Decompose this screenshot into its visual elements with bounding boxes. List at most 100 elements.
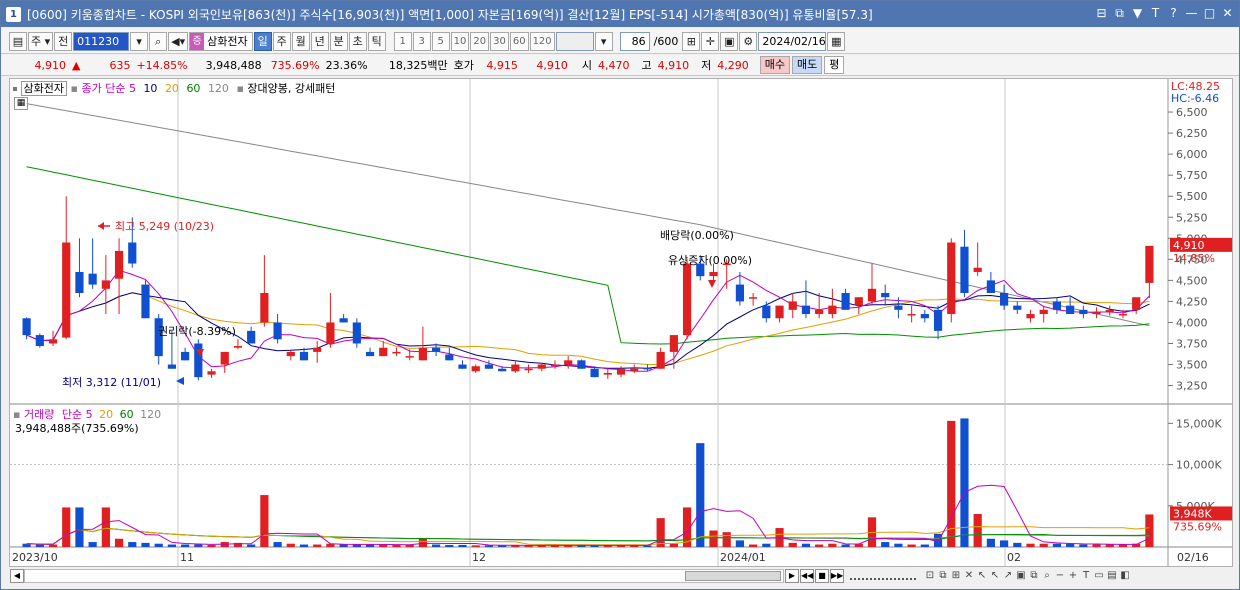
period-select[interactable]: 주 ▾ [28, 31, 54, 51]
buy-button[interactable]: 매수 [759, 56, 790, 74]
volume-legend-ma-120: 120 [140, 408, 162, 421]
speaker-icon[interactable]: ◀▾ [168, 31, 189, 51]
interval-dropdown-icon[interactable]: ▾ [594, 31, 613, 51]
stock-code-input[interactable]: 011230 [73, 31, 130, 51]
y-tick-label: 5,250 [1176, 211, 1208, 224]
plus-icon[interactable]: + [1067, 570, 1079, 582]
volume-bar [260, 495, 269, 547]
date-input[interactable]: 2024/02/16 [758, 31, 827, 51]
title-bar: 1 [0600] 키움종합차트 - KOSPI 외국인보유[863(천)] 주식… [1, 1, 1239, 27]
interval-1-button[interactable]: 1 [393, 31, 412, 51]
copy-icon[interactable]: ⧉ [1028, 570, 1040, 582]
candle-body [405, 356, 414, 358]
y-tick-label: 3,250 [1176, 380, 1208, 393]
font-icon[interactable]: T [1148, 5, 1163, 22]
minimize-button[interactable]: — [1184, 5, 1199, 22]
volume-bar [907, 544, 916, 547]
crosshair-icon[interactable]: ✛ [701, 31, 720, 51]
interval-10-button[interactable]: 10 [450, 31, 470, 51]
save-icon[interactable]: ▤ [1106, 570, 1118, 582]
period-month-button[interactable]: 월 [291, 31, 310, 51]
interval-60-button[interactable]: 60 [509, 31, 529, 51]
high-label: 고 [641, 58, 652, 72]
interval-3-button[interactable]: 3 [412, 31, 431, 51]
volume-bar [894, 543, 903, 547]
candle-body [775, 305, 784, 319]
candle-body [801, 305, 811, 315]
sell-button[interactable]: 매도 [791, 56, 823, 74]
volume-bar [141, 542, 150, 547]
search-icon[interactable]: ⌕ [149, 31, 168, 51]
period-year-button[interactable]: 년 [310, 31, 329, 51]
layout-icon[interactable]: ⊟ [1094, 5, 1109, 22]
interval-5-button[interactable]: 5 [431, 31, 450, 51]
interval-30-button[interactable]: 30 [490, 31, 509, 51]
chart-area[interactable]: 6,5006,2506,0005,7505,5005,2505,0004,750… [9, 78, 1233, 567]
scroll-left-button[interactable]: ◀ [10, 569, 24, 583]
link-icon[interactable]: ⧉ [1112, 5, 1127, 22]
candle-body [590, 368, 599, 378]
settings-icon[interactable]: ⚙ [739, 31, 758, 51]
prev-button[interactable]: 전 [54, 31, 73, 51]
trend-icon[interactable]: ↗ [1002, 570, 1014, 582]
chart-menu-icon[interactable]: ▤ [9, 31, 27, 51]
interval-20-button[interactable]: 20 [470, 31, 490, 51]
period-tick-button[interactable]: 틱 [367, 31, 386, 51]
interval-120-button[interactable]: 120 [529, 31, 555, 51]
copy-icon[interactable]: ⧉ [937, 570, 949, 582]
average-button[interactable]: 평 [824, 56, 845, 74]
code-dropdown-icon[interactable]: ▾ [130, 31, 149, 51]
maximize-button[interactable]: □ [1202, 5, 1217, 22]
candle-body [815, 309, 824, 315]
scrollbar-thumb[interactable] [685, 571, 781, 581]
volume-bar [484, 545, 494, 547]
pointer-icon[interactable]: ↖ [989, 570, 1001, 582]
zoom-slider[interactable] [850, 572, 916, 580]
candle-body [762, 305, 771, 319]
fast-forward-button[interactable]: ▶▶ [830, 569, 844, 583]
minus-icon[interactable]: − [1054, 570, 1066, 582]
zoom-area-icon[interactable]: ⊡ [924, 570, 936, 582]
help-icon[interactable]: ? [1166, 5, 1181, 22]
rewind-button[interactable]: ◀◀ [800, 569, 814, 583]
candle-body [114, 250, 124, 279]
image-icon[interactable]: ▣ [1015, 570, 1027, 582]
monitor-icon[interactable]: ▭ [1093, 570, 1105, 582]
candle-body [1118, 314, 1128, 316]
legend-stock-name[interactable]: 삼화전자 [20, 81, 67, 96]
candle-body [537, 364, 546, 369]
text-icon[interactable]: T [1080, 570, 1092, 582]
price-legend: 삼화전자 ▪ 종가 단순 5 10 20 60 120 ▪ 장대양봉, 강세패턴 [13, 80, 335, 96]
calendar-icon[interactable]: ▦ [827, 31, 846, 51]
table-icon[interactable]: ⊞ [950, 570, 962, 582]
pin-icon[interactable]: ▼ [1130, 5, 1145, 22]
cross-icon[interactable]: ✕ [963, 570, 975, 582]
paint-icon[interactable]: ◧ [1119, 570, 1131, 582]
period-week-button[interactable]: 주 [272, 31, 291, 51]
compare-icon[interactable]: ⊞ [682, 31, 701, 51]
calculator-icon[interactable]: ▦ [14, 97, 28, 110]
period-second-button[interactable]: 초 [348, 31, 367, 51]
period-minute-button[interactable]: 분 [329, 31, 348, 51]
volume-bar [841, 544, 850, 547]
high-price: 4,910 [657, 58, 690, 72]
count-input[interactable]: 86 [619, 31, 650, 51]
scroll-right-button[interactable]: ▶ [785, 569, 799, 583]
close-button[interactable]: ✕ [1220, 5, 1235, 22]
stock-chart-svg[interactable]: 6,5006,2506,0005,7505,5005,2505,0004,750… [10, 79, 1232, 566]
period-day-button[interactable]: 일 [253, 31, 272, 51]
pointer-icon[interactable]: ↖ [976, 570, 988, 582]
candle-body [392, 351, 401, 354]
ma120-line [26, 103, 1150, 327]
volume-bar [801, 543, 811, 547]
volume-bar [62, 507, 71, 547]
legend-ma-5: 5 [128, 82, 136, 95]
custom-interval-input[interactable] [555, 31, 594, 51]
legend-square-icon: ▪ [236, 82, 244, 95]
stock-name-box[interactable]: 증 삼화전자 [189, 31, 253, 51]
scrollbar-track[interactable] [24, 569, 784, 583]
search-icon[interactable]: ⌕ [1041, 570, 1053, 582]
stop-button[interactable]: ■ [815, 569, 829, 583]
save-icon[interactable]: ▣ [720, 31, 739, 51]
volume-bar [815, 544, 824, 547]
